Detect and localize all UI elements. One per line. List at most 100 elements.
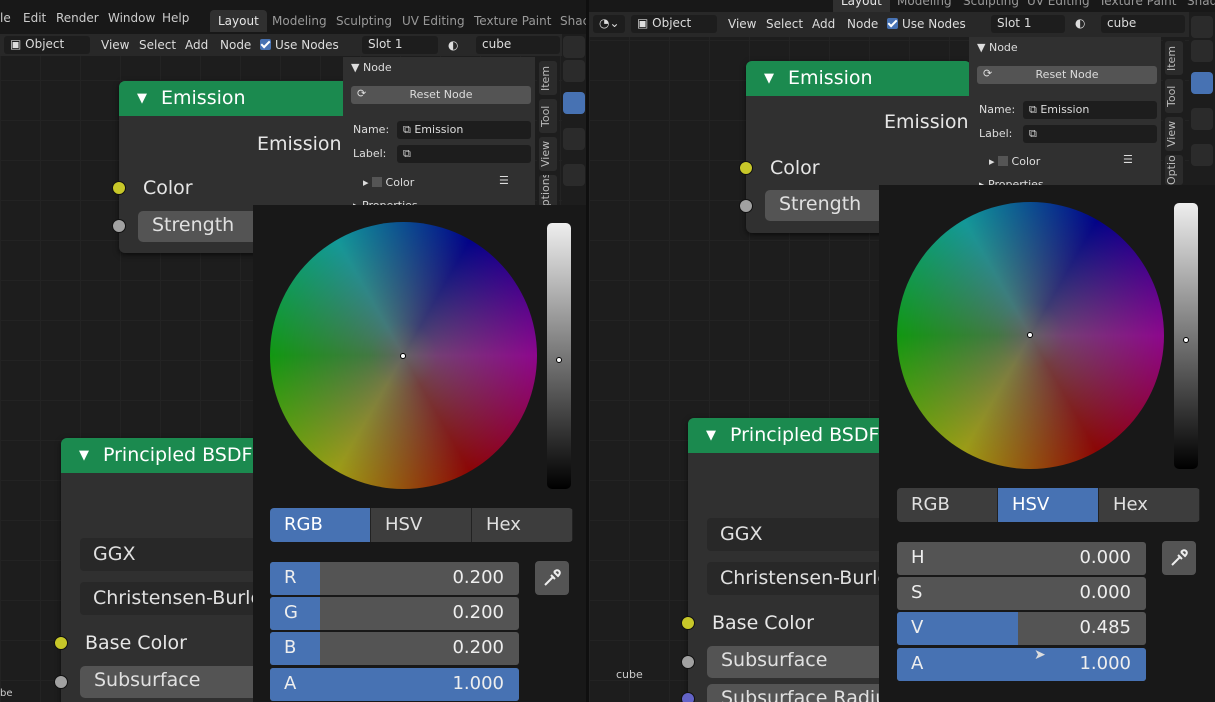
principled-bsdf-node[interactable]: ▼ Principled BSDF GGX Christensen-Burle … bbox=[688, 418, 907, 702]
workspace-tab-layout[interactable]: Layout bbox=[833, 0, 890, 12]
wheel-cursor[interactable] bbox=[1027, 332, 1033, 338]
object-mode-dropdown[interactable]: ▣ Object bbox=[631, 15, 717, 33]
header-select[interactable]: Select bbox=[766, 17, 803, 31]
node-label-input[interactable]: ⧉ bbox=[397, 145, 531, 163]
menu-file[interactable]: le bbox=[0, 11, 11, 25]
slot-dropdown[interactable]: Slot 1 bbox=[362, 36, 438, 54]
header-view[interactable]: View bbox=[728, 17, 756, 31]
workspace-tab-sculpting[interactable]: Sculpting bbox=[328, 10, 400, 32]
tool-circle-icon[interactable] bbox=[1191, 108, 1213, 130]
header-node[interactable]: Node bbox=[220, 38, 251, 52]
workspace-tab-shading[interactable]: Shad bbox=[1179, 0, 1215, 12]
tool-grid-icon[interactable] bbox=[1191, 16, 1213, 38]
header-select[interactable]: Select bbox=[139, 38, 176, 52]
tab-view[interactable]: View bbox=[539, 137, 557, 171]
workspace-tab-uv-editing[interactable]: UV Editing bbox=[1019, 0, 1098, 12]
tab-item[interactable]: Item bbox=[1165, 41, 1183, 75]
menu-window[interactable]: Window bbox=[108, 11, 155, 25]
collapse-triangle-icon[interactable]: ▼ bbox=[764, 71, 774, 86]
value-slider[interactable] bbox=[547, 223, 571, 489]
collapse-triangle-icon[interactable]: ▼ bbox=[79, 448, 89, 463]
eyedropper-button[interactable] bbox=[1162, 541, 1196, 575]
emission-node-header[interactable]: ▼ Emission bbox=[746, 61, 971, 96]
strength-socket[interactable] bbox=[112, 219, 126, 233]
value-slider[interactable] bbox=[1174, 203, 1198, 469]
tab-hsv[interactable]: HSV bbox=[998, 488, 1099, 522]
eyedropper-button[interactable] bbox=[535, 561, 569, 595]
workspace-tab-layout[interactable]: Layout bbox=[210, 10, 267, 32]
tool-circle-icon[interactable] bbox=[563, 128, 585, 150]
workspace-tab-modeling[interactable]: Modeling bbox=[264, 10, 335, 32]
color-socket[interactable] bbox=[739, 161, 753, 175]
color-socket[interactable] bbox=[112, 181, 126, 195]
tab-options[interactable]: Options bbox=[1165, 155, 1183, 185]
base-color-socket[interactable] bbox=[54, 636, 68, 650]
g-slider[interactable]: G 0.200 bbox=[270, 597, 519, 630]
workspace-tab-sculpting[interactable]: Sculpting bbox=[955, 0, 1027, 12]
wheel-cursor[interactable] bbox=[400, 353, 406, 359]
tool-select-icon[interactable] bbox=[1191, 72, 1213, 94]
reset-node-button[interactable]: ⟳ Reset Node bbox=[977, 66, 1157, 84]
material-name-field[interactable]: cube bbox=[1101, 15, 1185, 33]
emission-node-header[interactable]: ▼ Emission bbox=[119, 81, 359, 116]
tool-grid-icon[interactable] bbox=[563, 36, 585, 58]
tool-frame-icon[interactable] bbox=[563, 60, 585, 82]
menu-edit[interactable]: Edit bbox=[23, 11, 46, 25]
bsdf-node-header[interactable]: ▼ Principled BSDF bbox=[688, 418, 888, 453]
menu-render[interactable]: Render bbox=[56, 11, 99, 25]
header-node[interactable]: Node bbox=[847, 17, 878, 31]
subsurface-field[interactable]: Subsurface bbox=[707, 646, 907, 678]
v-slider[interactable]: V 0.485 bbox=[897, 612, 1146, 645]
node-name-input[interactable]: ⧉ Emission bbox=[1023, 101, 1157, 119]
h-slider[interactable]: H 0.000 bbox=[897, 542, 1146, 575]
tab-item[interactable]: Item bbox=[539, 61, 557, 95]
s-slider[interactable]: S 0.000 bbox=[897, 577, 1146, 610]
editor-type-dropdown[interactable]: ◔⌄ bbox=[593, 15, 625, 33]
node-section-header[interactable]: ▼ Node bbox=[977, 41, 1018, 54]
collapse-triangle-icon[interactable]: ▼ bbox=[706, 428, 716, 443]
alpha-slider[interactable]: A 1.000 bbox=[897, 648, 1146, 681]
tab-hex[interactable]: Hex bbox=[472, 508, 573, 542]
material-sphere-icon[interactable]: ◐ bbox=[448, 38, 458, 52]
material-name-field[interactable]: cube bbox=[476, 36, 560, 54]
material-sphere-icon[interactable]: ◐ bbox=[1075, 16, 1085, 30]
collapse-triangle-icon[interactable]: ▼ bbox=[137, 91, 147, 106]
subsurface-method-dropdown[interactable]: Christensen-Burle bbox=[707, 562, 907, 595]
node-section-header[interactable]: ▼ Node bbox=[351, 61, 392, 74]
tool-frame-icon[interactable] bbox=[1191, 40, 1213, 62]
alpha-slider[interactable]: A 1.000 bbox=[270, 668, 519, 701]
subsurface-radius-field[interactable]: Subsurface Radiu bbox=[707, 684, 907, 702]
r-slider[interactable]: R 0.200 bbox=[270, 562, 519, 595]
tab-rgb[interactable]: RGB bbox=[897, 488, 998, 522]
header-add[interactable]: Add bbox=[812, 17, 835, 31]
header-add[interactable]: Add bbox=[185, 38, 208, 52]
use-nodes-checkbox[interactable]: Use Nodes bbox=[887, 17, 966, 31]
workspace-tab-modeling[interactable]: Modeling bbox=[889, 0, 960, 12]
subsurface-socket[interactable] bbox=[681, 655, 695, 669]
workspace-tab-texture-paint[interactable]: Texture Paint bbox=[466, 10, 559, 32]
header-view[interactable]: View bbox=[101, 38, 129, 52]
tab-rgb[interactable]: RGB bbox=[270, 508, 371, 542]
reset-node-button[interactable]: ⟳ Reset Node bbox=[351, 86, 531, 104]
tab-tool[interactable]: Tool bbox=[1165, 79, 1183, 113]
list-icon[interactable]: ☰ bbox=[1123, 153, 1133, 166]
tool-move-icon[interactable] bbox=[1191, 144, 1213, 166]
workspace-tab-texture-paint[interactable]: Texture Paint bbox=[1091, 0, 1184, 12]
workspace-tab-uv-editing[interactable]: UV Editing bbox=[394, 10, 473, 32]
color-subpanel[interactable]: ▸ Color bbox=[989, 155, 1040, 168]
list-icon[interactable]: ☰ bbox=[499, 174, 509, 187]
value-cursor[interactable] bbox=[556, 357, 562, 363]
distribution-dropdown[interactable]: GGX bbox=[707, 518, 907, 551]
menu-help[interactable]: Help bbox=[162, 11, 189, 25]
tool-select-icon[interactable] bbox=[563, 92, 585, 114]
base-color-socket[interactable] bbox=[681, 616, 695, 630]
tool-move-icon[interactable] bbox=[563, 164, 585, 186]
object-mode-dropdown[interactable]: ▣ Object bbox=[4, 36, 90, 54]
slot-dropdown[interactable]: Slot 1 bbox=[991, 15, 1065, 33]
tab-view[interactable]: View bbox=[1165, 117, 1183, 151]
strength-socket[interactable] bbox=[739, 199, 753, 213]
b-slider[interactable]: B 0.200 bbox=[270, 632, 519, 665]
subsurface-radius-socket[interactable] bbox=[681, 692, 695, 702]
subsurface-socket[interactable] bbox=[54, 675, 68, 689]
tab-hsv[interactable]: HSV bbox=[371, 508, 472, 542]
